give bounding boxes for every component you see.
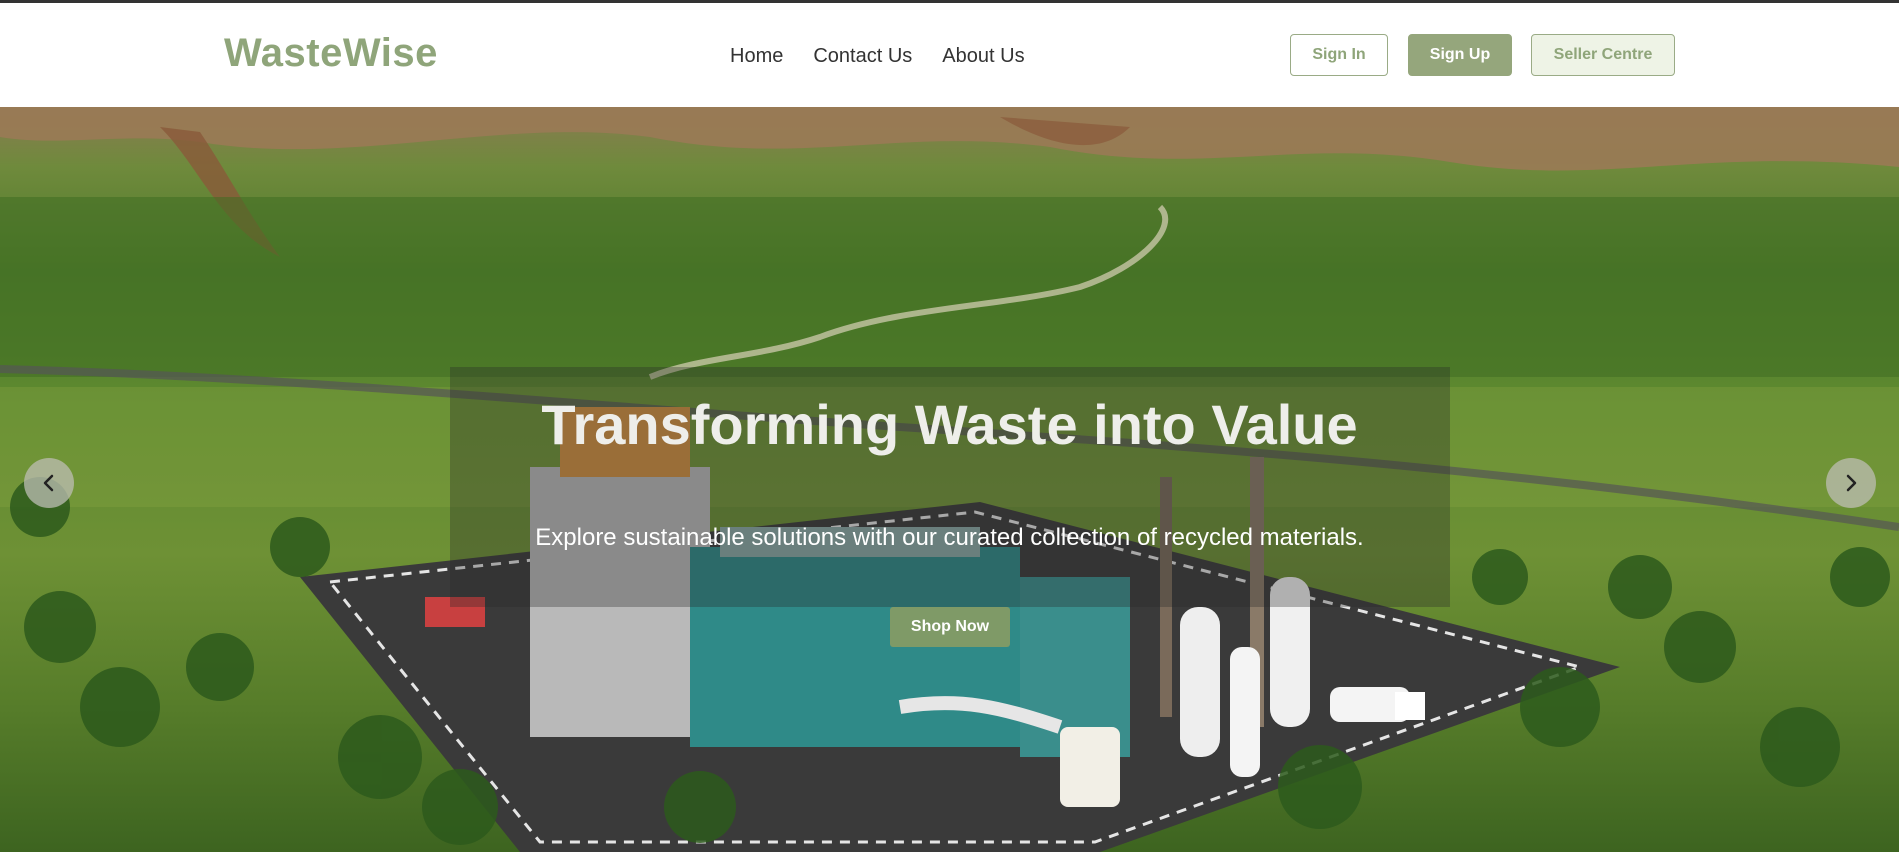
- seller-centre-button[interactable]: Seller Centre: [1531, 34, 1675, 76]
- sign-in-button[interactable]: Sign In: [1290, 34, 1388, 76]
- navbar: WasteWise Home Contact Us About Us Sign …: [0, 3, 1899, 107]
- nav-link-home[interactable]: Home: [730, 45, 783, 68]
- hero-carousel: Transforming Waste into Value Explore su…: [0, 107, 1899, 852]
- chevron-left-icon: [43, 474, 54, 492]
- carousel-next-button[interactable]: [1826, 458, 1876, 508]
- carousel-prev-button[interactable]: [24, 458, 74, 508]
- nav-link-about-us[interactable]: About Us: [942, 45, 1024, 68]
- main-nav: Home Contact Us About Us: [730, 45, 1025, 68]
- hero-title: Transforming Waste into Value: [541, 393, 1358, 456]
- chevron-right-icon: [1846, 474, 1857, 492]
- nav-link-contact-us[interactable]: Contact Us: [813, 45, 912, 68]
- brand-logo[interactable]: WasteWise: [224, 31, 438, 76]
- hero-subtitle: Explore sustainable solutions with our c…: [535, 524, 1364, 551]
- shop-now-button[interactable]: Shop Now: [890, 607, 1010, 647]
- sign-up-button[interactable]: Sign Up: [1408, 34, 1512, 76]
